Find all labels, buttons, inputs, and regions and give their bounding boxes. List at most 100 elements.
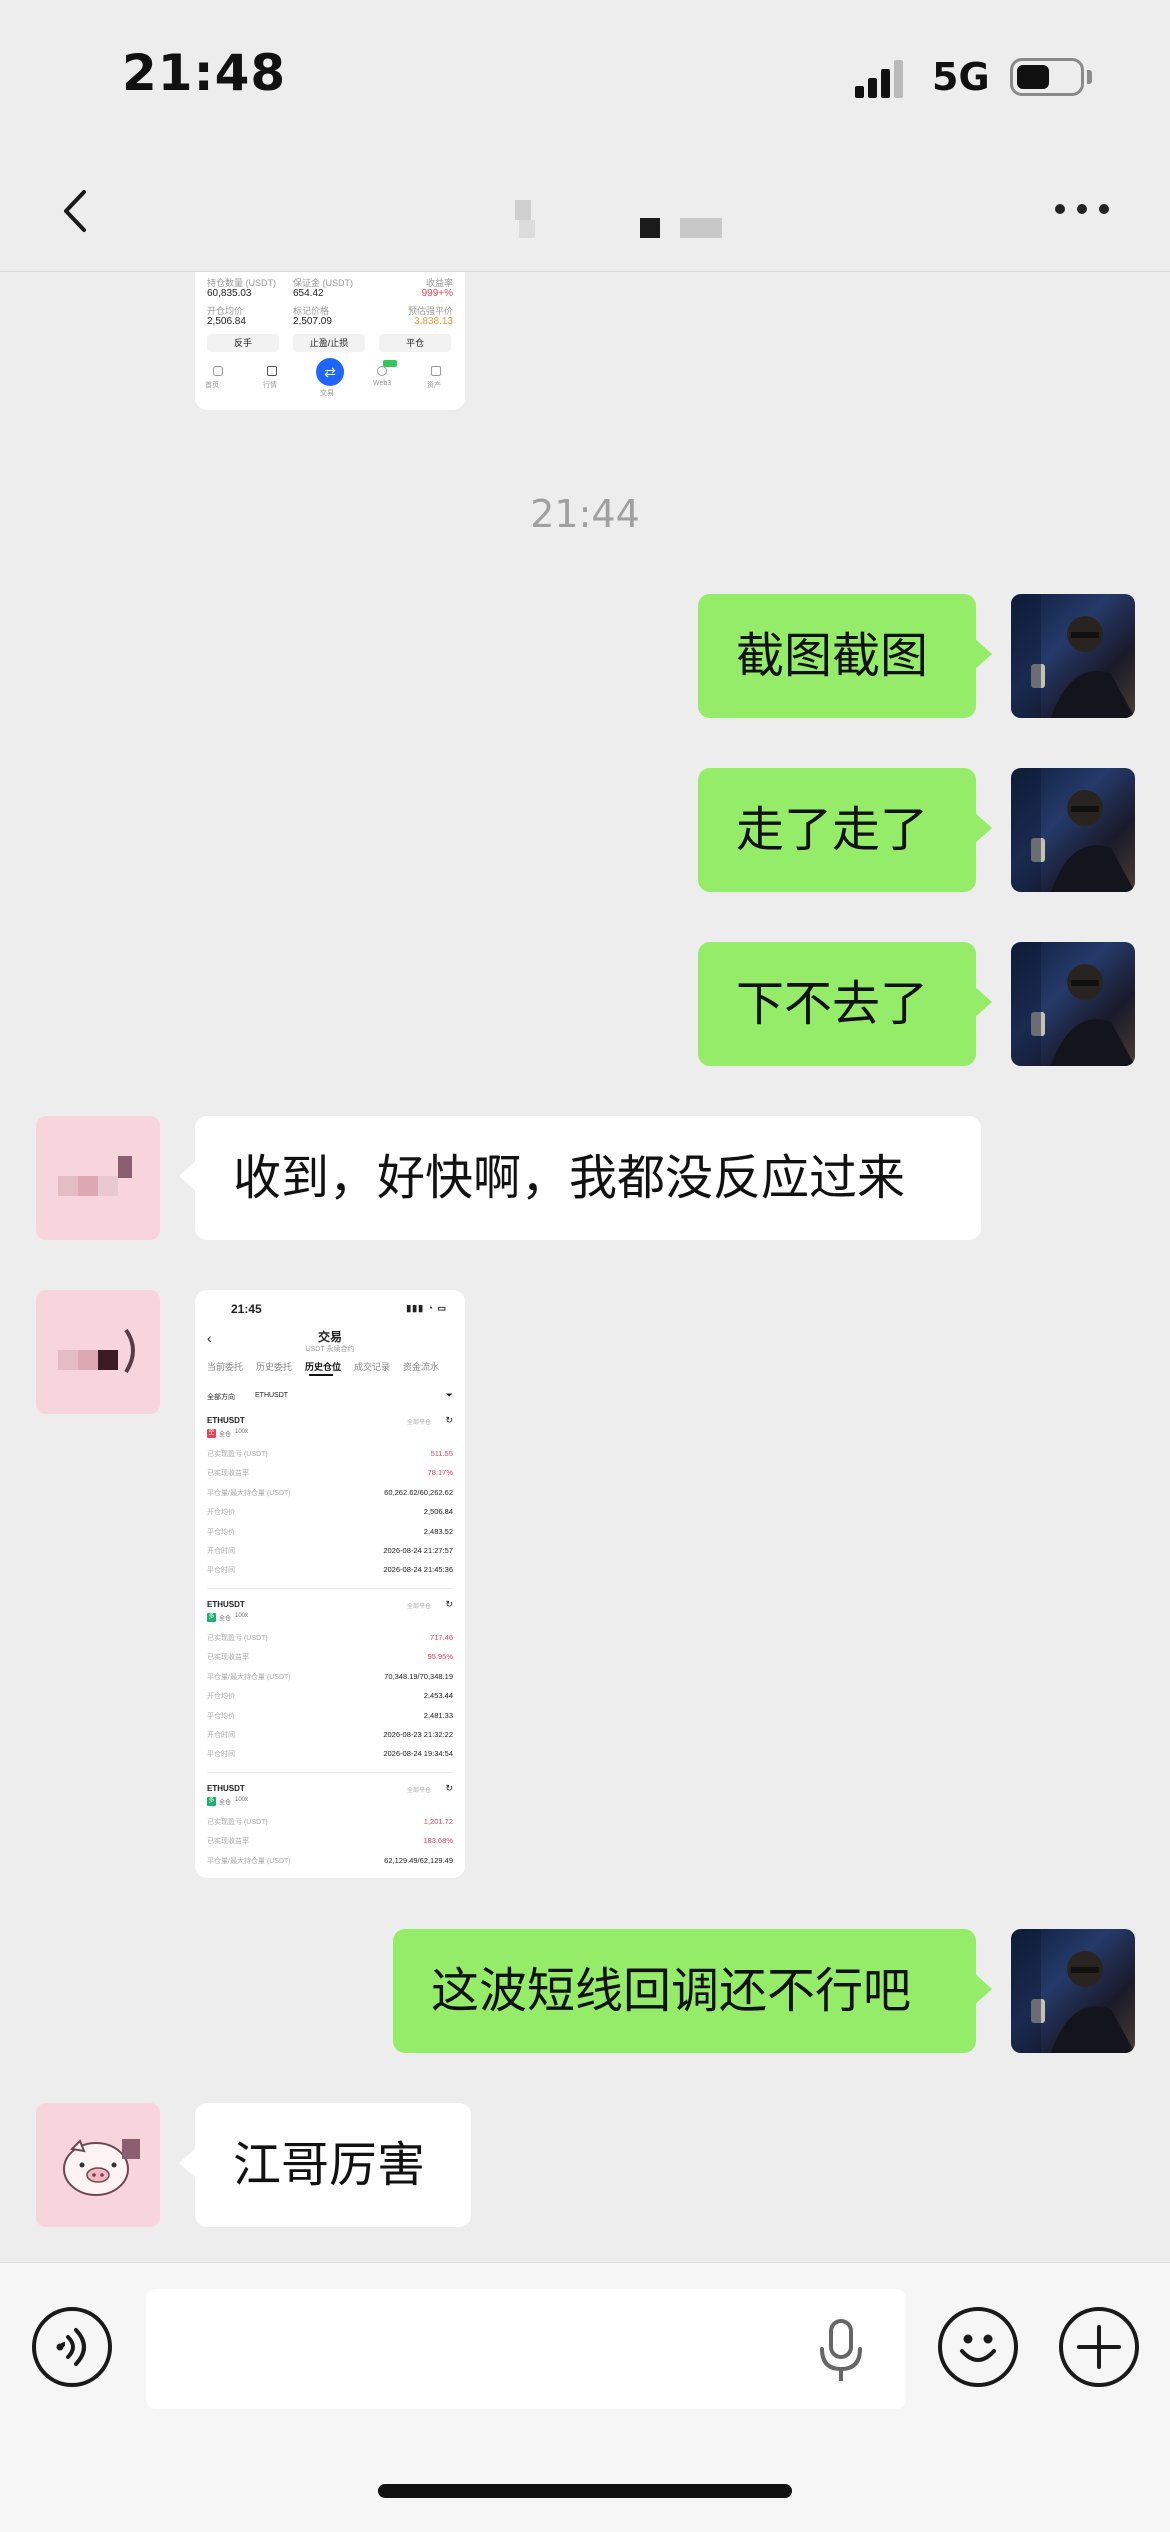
contact-avatar[interactable] (36, 2103, 160, 2227)
my-avatar[interactable] (1011, 594, 1135, 718)
value: 2,507.09 (293, 316, 332, 327)
field-label: 已实现盈亏 (USDT) (207, 1635, 268, 1642)
margin-mode-tag: 全仓 (219, 1616, 232, 1622)
field-value: 717.46 (430, 1633, 453, 1642)
message-bubble-sent[interactable]: 这波短线回调还不行吧 (393, 1929, 992, 2053)
leverage-tag: 100x (235, 1613, 249, 1619)
network-type: 5G (932, 55, 990, 99)
market-icon (267, 366, 277, 376)
field-value: 95.95% (427, 1652, 453, 1662)
field-value: 1,201.72 (423, 1817, 453, 1826)
position-side-tag: 空 (207, 1429, 216, 1438)
divider (207, 1588, 453, 1589)
status-bar: 21:48 5G (0, 0, 1170, 150)
field-label: 开仓时间 (207, 1548, 235, 1555)
message-bubble-sent[interactable]: 下不去了 (698, 942, 992, 1066)
position-symbol: ETHUSDT (207, 1416, 245, 1425)
leverage-tag: 100x (235, 1429, 249, 1435)
image-message-trade-history[interactable]: 21:45 ▮▮▮ ◔ ▭ ‹ 交易 USDT 永续合约 当前委托 历史委托 历… (195, 1290, 465, 1878)
position-side-tag: 多 (207, 1613, 216, 1622)
value: 60,835.03 (207, 288, 252, 299)
tab-active: 历史仓位 (305, 1362, 342, 1372)
screenshot-subtitle: USDT 永续合约 (305, 1346, 355, 1353)
field-value: 2,483.52 (423, 1526, 453, 1536)
field-value: 60,262.62/60,262.62 (384, 1487, 453, 1497)
field-label: 平仓量/最大持仓量 (USDT) (207, 1673, 291, 1681)
my-avatar[interactable] (1011, 1929, 1135, 2053)
screenshot-time: 21:45 (231, 1302, 262, 1316)
status-time: 21:48 (122, 44, 287, 102)
microphone-icon[interactable] (816, 2319, 866, 2383)
tab-underline (309, 1374, 333, 1376)
tp-sl-button: 止盈/止损 (293, 334, 365, 352)
field-value: 511.55 (430, 1449, 453, 1458)
close-all-label: 全部平仓 (406, 1604, 431, 1610)
contact-avatar[interactable] (36, 1116, 160, 1240)
field-label: 开仓时间 (207, 1732, 235, 1739)
field-label: 开仓均价 (207, 1693, 235, 1701)
reverse-button: 反手 (207, 334, 279, 352)
field-value: 2026-08-24 21:27:57 (383, 1546, 453, 1555)
image-message-partial[interactable]: 持仓数量 (USDT) 保证金 (USDT) 收益率 60,835.03 654… (195, 272, 465, 410)
field-label: 已实现盈亏 (USDT) (207, 1451, 268, 1458)
field-label: 开仓均价 (207, 1509, 235, 1517)
new-badge (383, 360, 397, 367)
emoji-icon[interactable] (938, 2307, 1018, 2387)
position-symbol: ETHUSDT (207, 1784, 245, 1793)
field-label: 已实现盈亏 (USDT) (207, 1819, 268, 1826)
battery-tip (1087, 70, 1092, 84)
ellipsis-icon[interactable] (1055, 200, 1115, 220)
message-bubble-sent[interactable]: 截图截图 (698, 594, 992, 718)
tab: 当前委托 (207, 1362, 244, 1372)
field-value: 2,481.33 (423, 1710, 453, 1720)
value: 3,838.13 (414, 316, 453, 327)
field-label: 已实现收益率 (207, 1470, 249, 1478)
close-position-button: 平仓 (379, 334, 451, 352)
tab: 历史委托 (256, 1362, 293, 1372)
filter-symbol: ETHUSDT (255, 1392, 289, 1399)
field-value: 2026-08-24 19:34:54 (383, 1749, 453, 1759)
tab: 资金流水 (403, 1362, 440, 1372)
refresh-icon: ↻ (445, 1415, 453, 1425)
value: 654.42 (293, 288, 324, 299)
filter-icon: ⏷ (445, 1390, 453, 1400)
tab: 成交记录 (354, 1362, 391, 1372)
field-label: 已实现收益率 (207, 1838, 249, 1846)
refresh-icon: ↻ (445, 1783, 453, 1793)
web3-icon (377, 366, 387, 376)
contact-avatar[interactable] (36, 1290, 160, 1414)
cellular-signal-icon (855, 58, 905, 98)
field-label: 平仓均价 (207, 1712, 235, 1720)
chevron-left-icon[interactable] (52, 186, 102, 236)
tab-label: 资产 (427, 382, 441, 389)
field-label: 平仓量/最大持仓量 (USDT) (207, 1489, 291, 1497)
tab-label: 首页 (205, 382, 219, 389)
plus-icon[interactable] (1059, 2307, 1139, 2387)
close-all-label: 全部平仓 (406, 1788, 431, 1794)
field-value: 62,129.49/62,129.49 (384, 1855, 453, 1865)
field-label: 平仓时间 (207, 1751, 235, 1759)
status-icons: ▮▮▮ ◔ ▭ (406, 1303, 447, 1313)
chat-message-list[interactable]: 持仓数量 (USDT) 保证金 (USDT) 收益率 60,835.03 654… (0, 272, 1170, 2262)
filter-direction: 全部方向 (207, 1394, 235, 1401)
field-label: 平仓时间 (207, 1567, 235, 1575)
field-value: 78.17% (427, 1468, 453, 1478)
field-value: 2,453.44 (423, 1691, 453, 1701)
voice-icon[interactable] (32, 2307, 112, 2387)
tab-label: 行情 (263, 382, 277, 389)
my-avatar[interactable] (1011, 942, 1135, 1066)
message-timestamp: 21:44 (530, 492, 640, 536)
leverage-tag: 100x (235, 1797, 249, 1803)
trade-icon: ⇄ (316, 358, 344, 386)
message-bubble-sent[interactable]: 走了走了 (698, 768, 992, 892)
message-bubble-received[interactable]: 收到，好快啊，我都没反应过来 (179, 1116, 981, 1240)
message-bubble-received[interactable]: 江哥厉害 (179, 2103, 471, 2227)
my-avatar[interactable] (1011, 768, 1135, 892)
tab-label: 交易 (320, 390, 334, 397)
screenshot-title: 交易 (317, 1330, 342, 1344)
message-input[interactable] (146, 2289, 906, 2409)
field-label: 平仓量/最大持仓量 (USDT) (207, 1857, 291, 1865)
position-side-tag: 多 (207, 1797, 216, 1806)
field-value: 2026-08-23 21:32:22 (383, 1730, 453, 1739)
chat-title-redacted (515, 200, 725, 240)
